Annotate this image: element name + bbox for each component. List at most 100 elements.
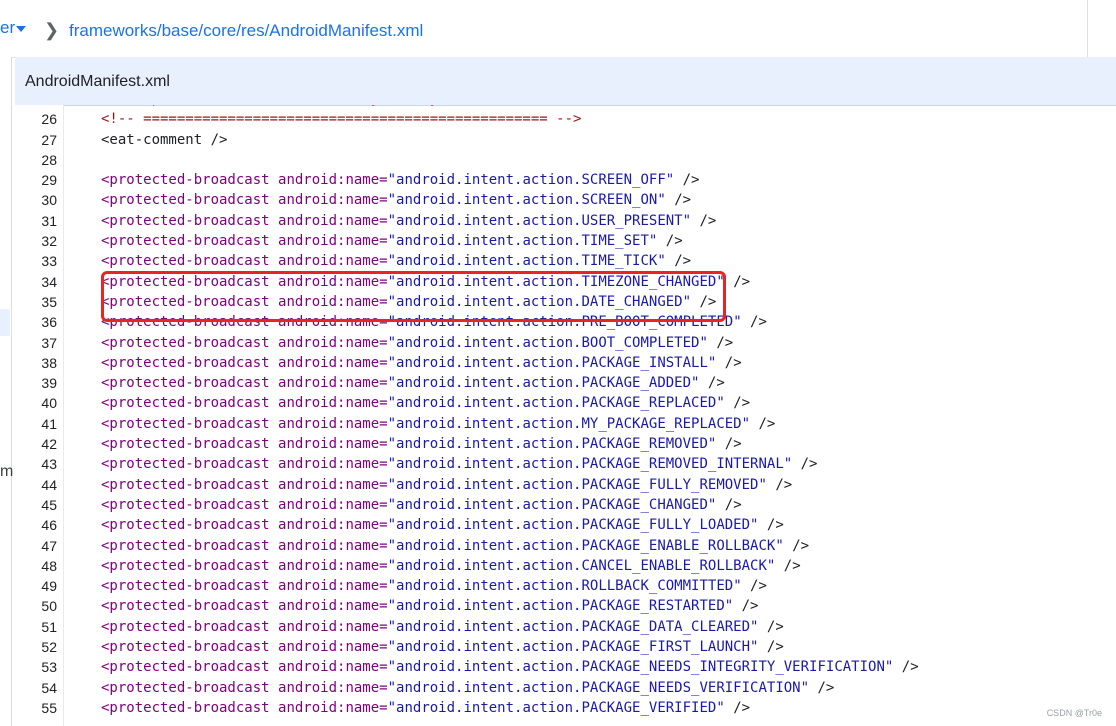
quote-mark: " [387,415,397,432]
nav-selected-item[interactable] [0,309,10,336]
quote-mark: " [724,598,734,615]
tag-close: /> [766,476,793,493]
code-text: <protected-broadcast android:name="andro… [101,657,919,677]
xml-tag: <protected-broadcast [101,253,270,270]
xml-tag: <protected-broadcast [101,699,270,716]
line-number: 31 [41,212,57,229]
code-line: 49 <protected-broadcast android:name="and… [15,576,1116,596]
code-text: <protected-broadcast android:name="andro… [101,617,784,637]
code-text: <protected-broadcast android:name="andro… [101,211,716,231]
attribute-value: android.intent.action.PACKAGE_NEEDS_INTE… [396,659,885,676]
line-number: 46 [41,517,57,534]
quote-mark: " [387,699,397,716]
code-text: <protected-broadcast android:name="andro… [101,637,784,657]
code-line: 42 <protected-broadcast android:name="and… [15,434,1116,454]
caret-down-icon[interactable] [16,26,26,32]
breadcrumb-bar: er ❯ frameworks/base/core/res/AndroidMan… [0,0,1116,58]
code-text: <protected-broadcast android:name="andro… [101,434,742,454]
code-text: <protected-broadcast android:name="andro… [101,596,759,616]
quote-mark: " [387,253,397,270]
code-line: 27 <eat-comment /> [15,130,1116,150]
xml-attribute: android:name= [278,375,388,392]
code-text: <protected-broadcast android:name="andro… [101,170,699,190]
code-line: 39 <protected-broadcast android:name="and… [15,373,1116,393]
code-line: 54 <protected-broadcast android:name="and… [15,678,1116,698]
xml-attribute: android:name= [278,517,388,534]
tag-close: /> [674,172,700,189]
tag-close: /> [699,375,725,392]
code-text: <protected-broadcast android:name="andro… [101,475,792,495]
code-text: <protected-broadcast android:name="andro… [101,536,809,556]
xml-tag: <protected-broadcast [101,172,270,189]
line-number: 28 [41,151,57,168]
attribute-value: android.intent.action.PACKAGE_NEEDS_VERI… [396,679,801,696]
xml-tag: <protected-broadcast [101,415,270,432]
quote-mark: " [800,679,810,696]
code-line: 37 <protected-broadcast android:name="and… [15,333,1116,353]
file-header: AndroidManifest.xml [15,57,1116,106]
line-number: 38 [41,354,57,371]
attribute-value: android.intent.action.PACKAGE_FIRST_LAUN… [396,639,751,656]
line-number: 39 [41,375,57,392]
quote-mark: " [387,172,397,189]
xml-attribute: android:name= [278,456,388,473]
xml-tag: <protected-broadcast [101,537,270,554]
xml-attribute: android:name= [278,415,388,432]
code-line: 43 <protected-broadcast android:name="and… [15,454,1116,474]
project-selector-label[interactable]: er [0,18,15,38]
attribute-value: android.intent.action.TIME_TICK [396,253,658,270]
xml-attribute: android:name= [278,436,388,453]
left-navigation-panel: m [0,57,13,726]
quote-mark: " [387,496,397,513]
code-text: <protected-broadcast android:name="andro… [101,678,834,698]
xml-tag: <protected-broadcast [101,334,270,351]
quote-mark: " [387,334,397,351]
xml-text: <eat-comment /> [101,131,228,148]
quote-mark: " [733,314,742,331]
xml-attribute: android:name= [278,659,388,676]
quote-mark: " [387,537,397,554]
xml-tag: <protected-broadcast [101,679,270,696]
line-number: 33 [41,253,57,270]
xml-attribute: android:name= [278,334,388,351]
line-number: 40 [41,395,57,412]
code-text: <protected-broadcast android:name="andro… [101,373,725,393]
code-text: <protected-broadcast android:name="andro… [101,251,691,271]
code-text: <protected-broadcast android:name="andro… [101,495,742,515]
line-number: 54 [41,679,57,696]
tag-close: /> [657,233,683,250]
tag-close: /> [783,537,810,554]
tag-close: /> [775,557,801,574]
xml-attribute: android:name= [278,537,388,554]
attribute-value: android.intent.action.PACKAGE_DATA_CLEAR… [396,618,751,635]
quote-mark: " [387,375,397,392]
quote-mark: " [758,476,767,493]
code-text: <eat-comment /> [101,130,227,150]
tag-close: /> [758,517,784,534]
attribute-value: android.intent.action.PACKAGE_REMOVED [396,436,708,453]
attribute-value: android.intent.action.ROLLBACK_COMMITTED [396,578,734,595]
file-title: AndroidManifest.xml [25,73,170,90]
xml-tag: <protected-broadcast [101,598,270,615]
code-text: <protected-broadcast android:name="andro… [101,231,683,251]
quote-mark: " [741,415,751,432]
xml-comment: <!-- ===================================… [101,111,582,128]
quote-mark: " [387,557,397,574]
line-number: 44 [41,476,57,493]
code-viewer: 25<!-- Special broadcasts that only the … [15,105,1116,726]
code-line: 32 <protected-broadcast android:name="and… [15,231,1116,251]
xml-attribute: android:name= [278,233,388,250]
code-line: 55 <protected-broadcast android:name="and… [15,698,1116,718]
code-line: 52 <protected-broadcast android:name="and… [15,637,1116,657]
code-line: 46 <protected-broadcast android:name="and… [15,515,1116,535]
attribute-value: android.intent.action.SCREEN_ON [396,192,658,209]
code-text: <!-- ===================================… [101,109,581,129]
file-path-breadcrumb[interactable]: frameworks/base/core/res/AndroidManifest… [69,21,423,41]
tag-close: /> [665,253,692,270]
line-number: 53 [41,659,57,676]
code-line: 44 <protected-broadcast android:name="and… [15,475,1116,495]
xml-attribute: android:name= [278,557,388,574]
line-number: 52 [41,639,57,656]
code-text: <protected-broadcast android:name="andro… [101,353,742,373]
code-text: <protected-broadcast android:name="andro… [101,190,691,210]
